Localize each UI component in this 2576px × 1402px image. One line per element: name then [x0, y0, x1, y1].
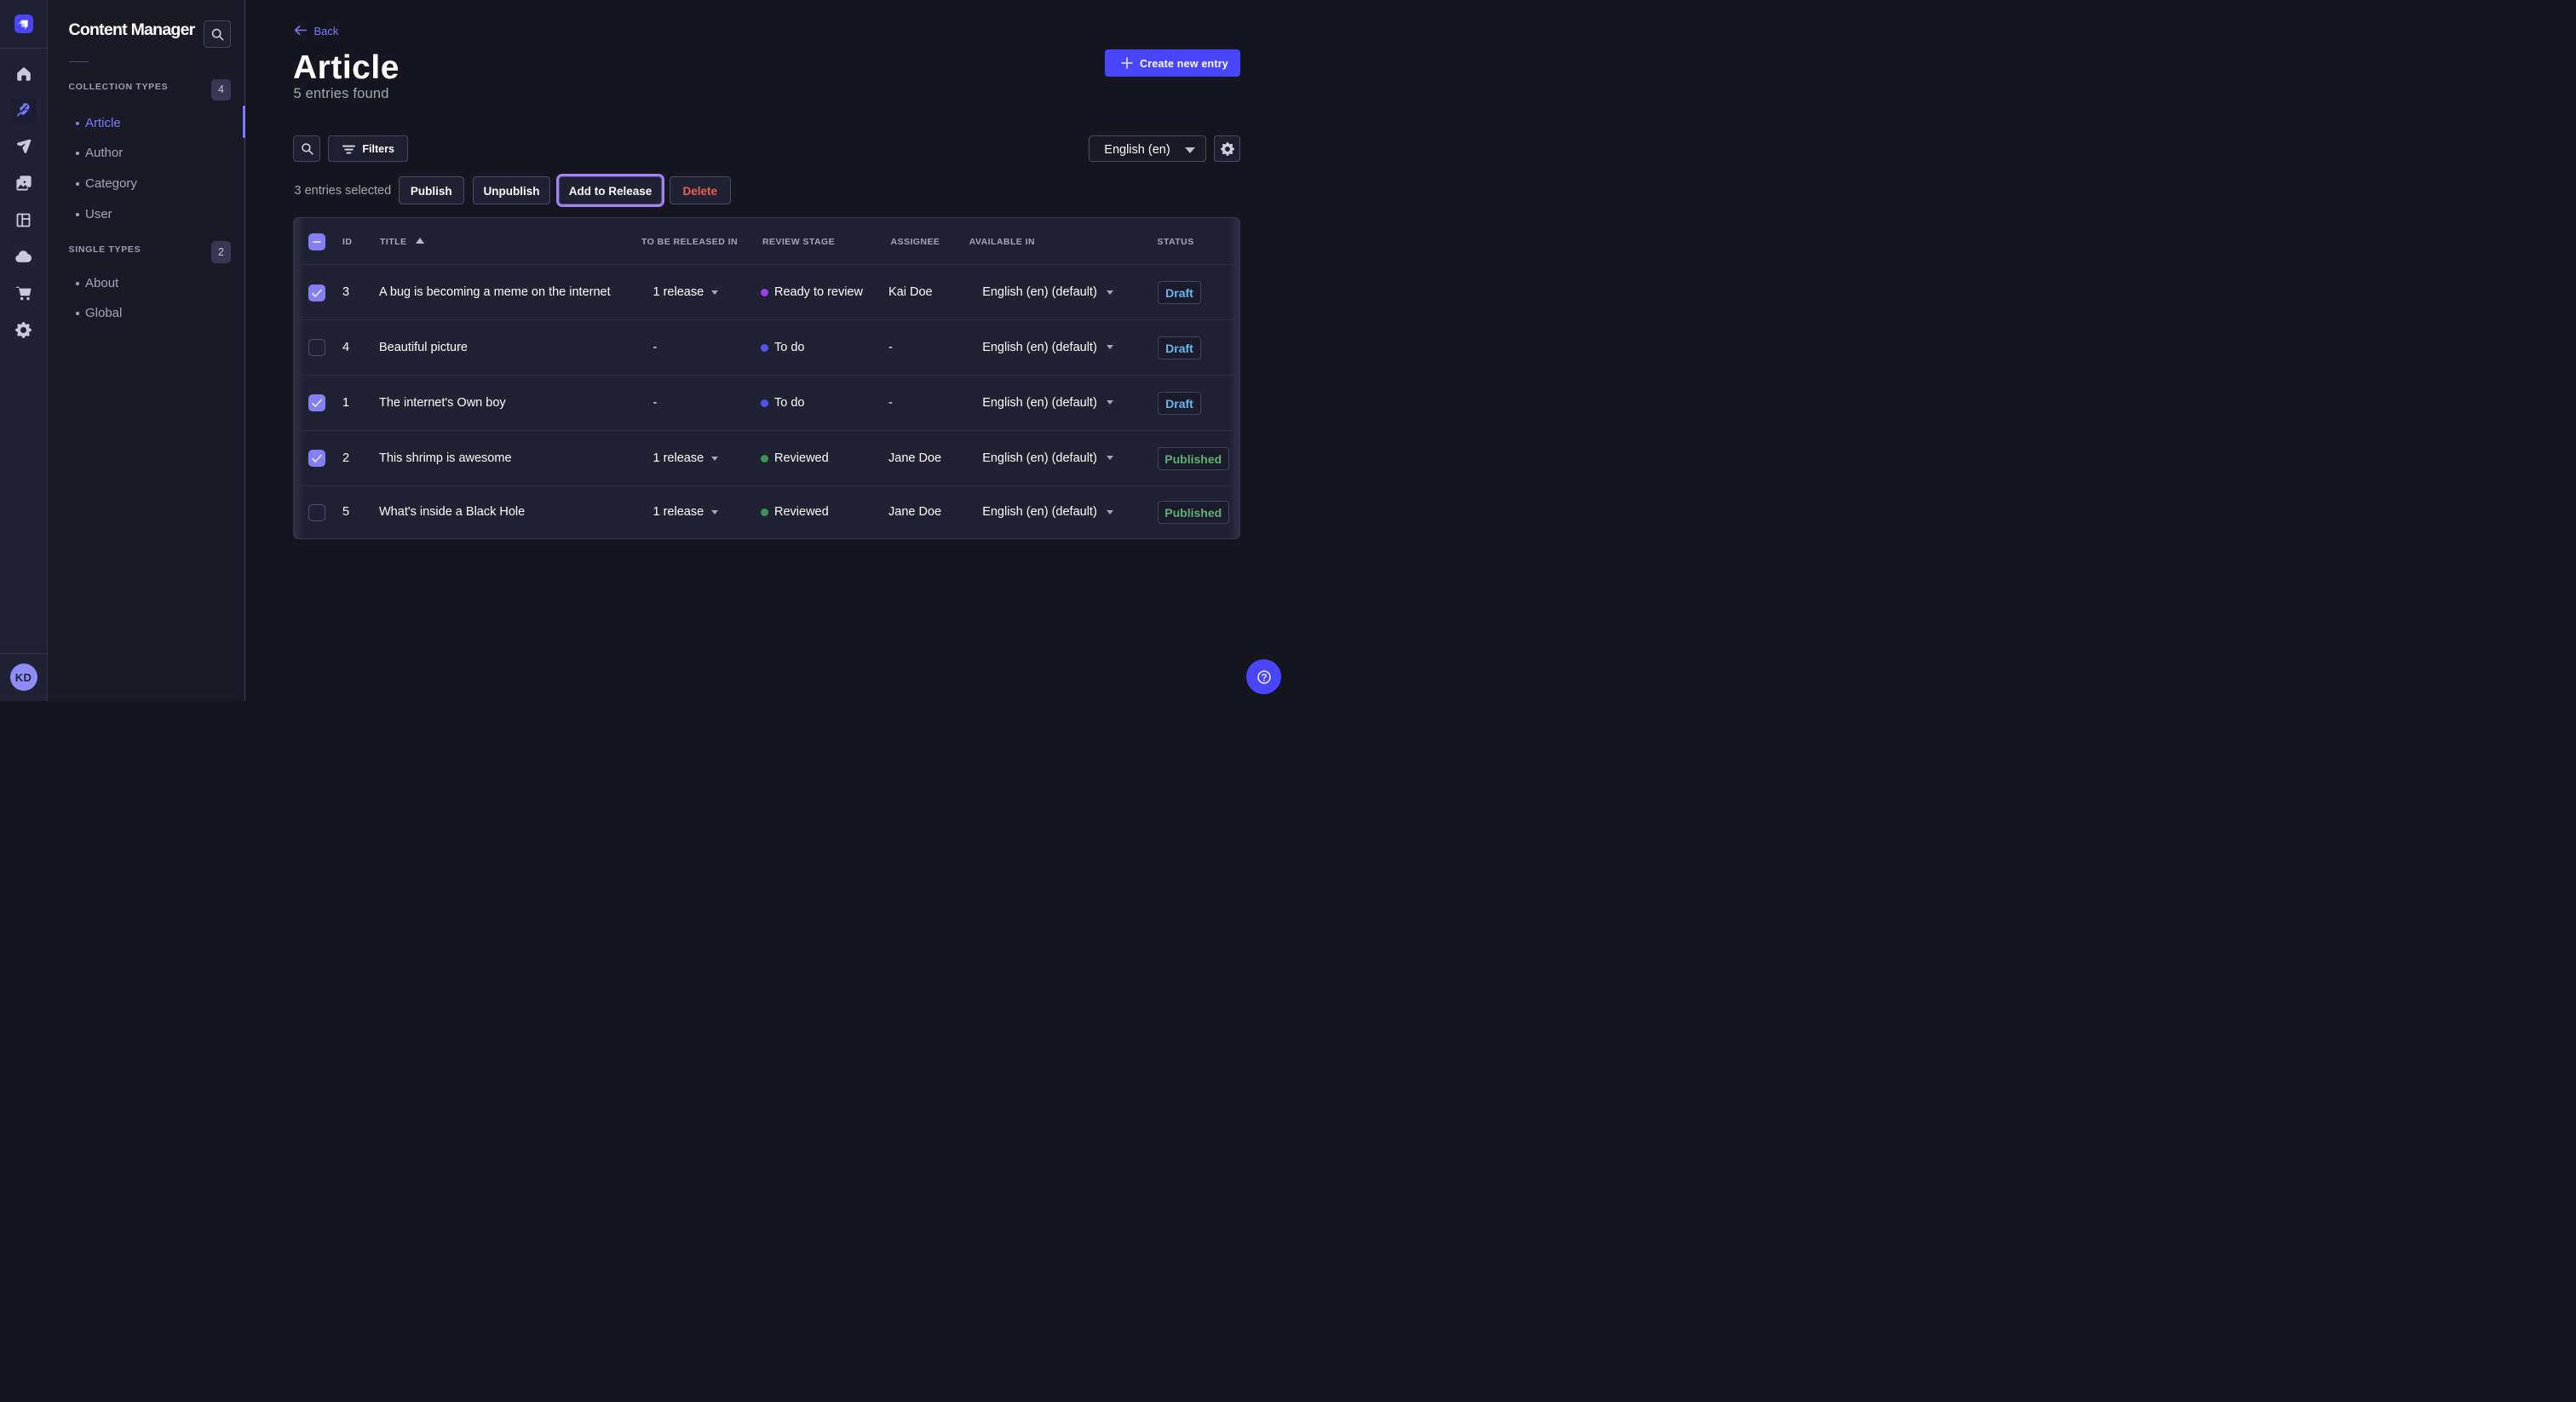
svg-text:?: ?	[1261, 673, 1267, 683]
